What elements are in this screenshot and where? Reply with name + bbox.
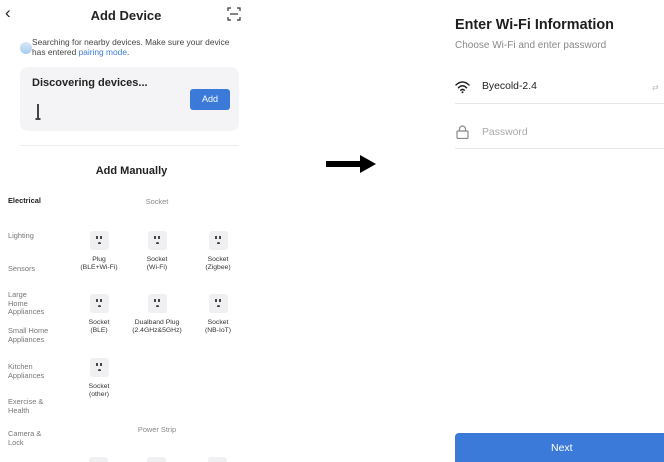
discovering-card: Discovering devices... Add bbox=[20, 67, 239, 131]
top-bar: ‹ Add Device bbox=[0, 0, 252, 30]
device-label-line1: Plug bbox=[92, 256, 106, 263]
device-label-line1: Dualband Plug bbox=[134, 319, 180, 326]
socket-icon bbox=[208, 294, 228, 313]
category-small-home-appliances[interactable]: Small Home Appliances bbox=[8, 326, 52, 344]
power-strip-icon[interactable] bbox=[147, 457, 166, 462]
power-strip-icon[interactable] bbox=[89, 457, 108, 462]
device-icon bbox=[35, 104, 41, 120]
socket-icon bbox=[89, 358, 109, 377]
socket-icon bbox=[208, 231, 228, 250]
searching-spinner-icon bbox=[20, 42, 32, 54]
wifi-info-screen: Enter Wi-Fi Information Choose Wi-Fi and… bbox=[440, 0, 664, 462]
scan-icon[interactable] bbox=[227, 7, 241, 21]
socket-icon bbox=[89, 294, 109, 313]
add-manually-title: Add Manually bbox=[95, 165, 168, 177]
page-title: Enter Wi-Fi Information bbox=[455, 17, 614, 33]
device-label-line2: (other) bbox=[88, 391, 110, 398]
search-status: Searching for nearby devices. Make sure … bbox=[20, 37, 235, 63]
device-label-line1: Socket bbox=[88, 319, 110, 326]
power-strip-icon[interactable] bbox=[208, 457, 227, 462]
arrow-right-icon bbox=[326, 155, 376, 173]
swap-icon[interactable]: ⇄ bbox=[652, 83, 659, 92]
device-label-line2: (Zigbee) bbox=[205, 264, 231, 271]
device-label: Dualband Plug (2.4GHz&5GHz) bbox=[127, 319, 187, 335]
password-input[interactable] bbox=[482, 123, 652, 141]
category-lighting[interactable]: Lighting bbox=[8, 231, 68, 241]
add-device-screen: ‹ Add Device Searching for nearby device… bbox=[0, 0, 252, 462]
category-electrical[interactable]: Electrical bbox=[8, 196, 68, 206]
socket-icon bbox=[147, 231, 167, 250]
device-label: Socket (other) bbox=[69, 383, 129, 399]
device-plug-ble-wifi[interactable]: Plug (BLE+Wi-Fi) bbox=[69, 231, 129, 272]
device-label-line2: (BLE+Wi-Fi) bbox=[80, 264, 118, 271]
password-field[interactable] bbox=[455, 119, 664, 149]
device-socket-wifi[interactable]: Socket (Wi-Fi) bbox=[127, 231, 187, 272]
device-label-line1: Socket bbox=[207, 319, 229, 326]
device-label-line2: (Wi-Fi) bbox=[146, 264, 168, 271]
section-title-power-strip: Power Strip bbox=[137, 425, 177, 434]
next-button[interactable]: Next bbox=[455, 433, 664, 462]
device-label-line2: (NB-IoT) bbox=[204, 327, 232, 334]
device-label-line1: Socket bbox=[207, 256, 229, 263]
wifi-ssid-field[interactable]: Byecold-2.4 ⇄ bbox=[455, 74, 664, 104]
category-camera-lock[interactable]: Camera & Lock bbox=[8, 429, 48, 447]
divider bbox=[20, 145, 239, 146]
category-large-home-appliances[interactable]: Large Home Appliances bbox=[8, 290, 44, 317]
page-subtitle: Choose Wi-Fi and enter password bbox=[455, 40, 607, 51]
device-label-line1: Socket bbox=[146, 256, 168, 263]
device-socket-other[interactable]: Socket (other) bbox=[69, 358, 129, 399]
device-label: Socket (Zigbee) bbox=[188, 256, 248, 272]
device-socket-ble[interactable]: Socket (BLE) bbox=[69, 294, 129, 335]
device-label: Socket (Wi-Fi) bbox=[127, 256, 187, 272]
category-exercise-health[interactable]: Exercise & Health bbox=[8, 397, 48, 415]
device-label: Plug (BLE+Wi-Fi) bbox=[69, 256, 129, 272]
search-status-text: Searching for nearby devices. Make sure … bbox=[32, 37, 235, 57]
device-label-line2: (BLE) bbox=[90, 327, 108, 334]
wifi-icon bbox=[455, 81, 470, 94]
discovering-title: Discovering devices... bbox=[32, 77, 148, 89]
section-title-socket: Socket bbox=[145, 197, 169, 206]
device-dualband-plug[interactable]: Dualband Plug (2.4GHz&5GHz) bbox=[127, 294, 187, 335]
category-kitchen-appliances[interactable]: Kitchen Appliances bbox=[8, 362, 48, 380]
device-label: Socket (BLE) bbox=[69, 319, 129, 335]
device-label-line2: (2.4GHz&5GHz) bbox=[132, 327, 182, 334]
device-socket-zigbee[interactable]: Socket (Zigbee) bbox=[188, 231, 248, 272]
page-title: Add Device bbox=[90, 8, 162, 23]
pairing-mode-link[interactable]: pairing mode bbox=[79, 47, 127, 57]
wifi-ssid-value: Byecold-2.4 bbox=[482, 81, 537, 92]
lock-icon bbox=[456, 125, 469, 139]
device-label-line1: Socket bbox=[88, 383, 110, 390]
category-sensors[interactable]: Sensors bbox=[8, 264, 68, 274]
add-button[interactable]: Add bbox=[190, 89, 230, 110]
socket-icon bbox=[147, 294, 167, 313]
search-status-suffix: . bbox=[127, 47, 130, 57]
device-label: Socket (NB-IoT) bbox=[188, 319, 248, 335]
search-status-message: Searching for nearby devices. Make sure … bbox=[32, 37, 230, 57]
socket-icon bbox=[89, 231, 109, 250]
device-socket-nb-iot[interactable]: Socket (NB-IoT) bbox=[188, 294, 248, 335]
